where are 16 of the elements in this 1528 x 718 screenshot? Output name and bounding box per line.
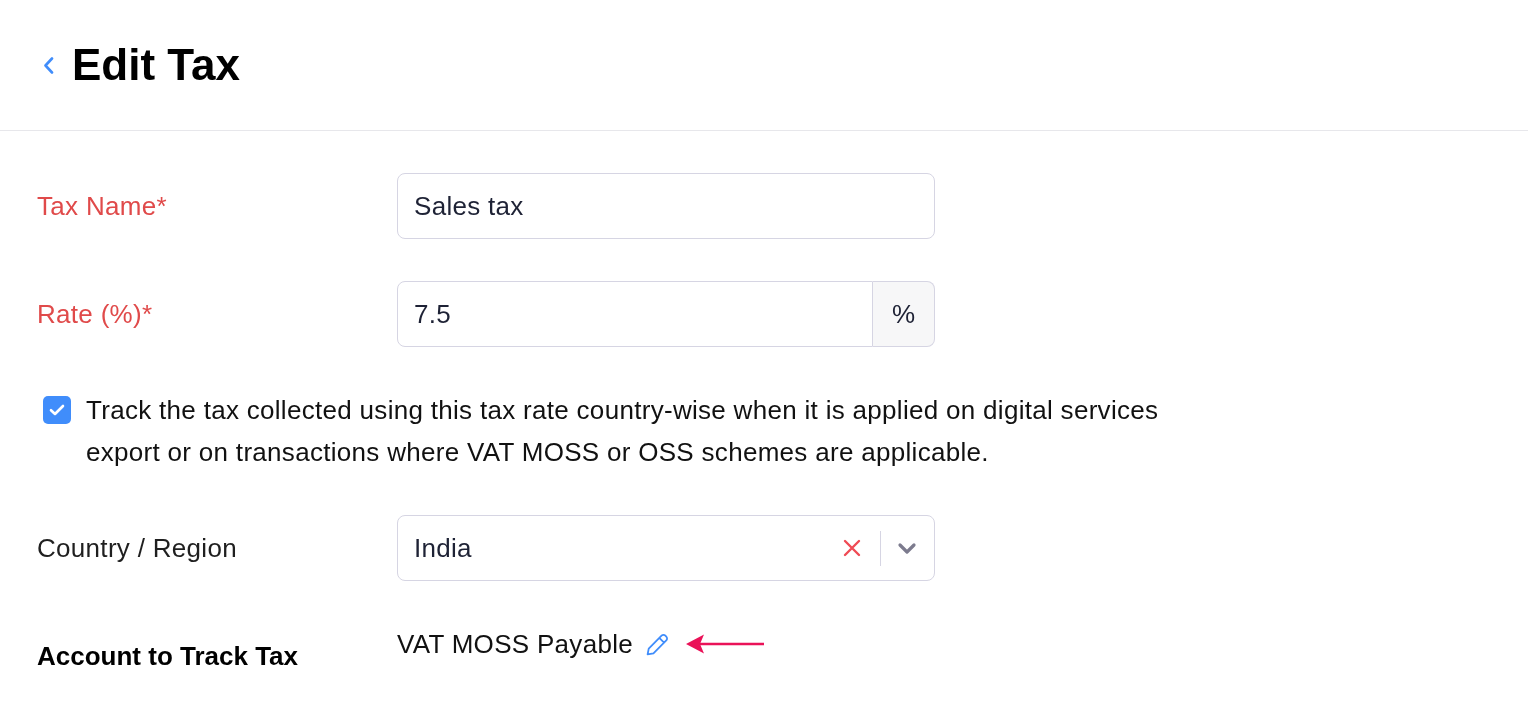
field-label: Account to Track Tax	[37, 640, 299, 673]
text-field[interactable]: 7.5	[397, 281, 873, 347]
checkmark-icon	[49, 404, 65, 416]
clear-icon[interactable]	[842, 539, 861, 557]
account-value: VAT MOSS Payable	[397, 628, 633, 660]
country-select[interactable]: India	[397, 515, 935, 581]
page-title: Edit Tax	[72, 39, 240, 91]
chevron-down-icon[interactable]	[897, 541, 917, 555]
back-icon[interactable]	[43, 56, 54, 74]
checkbox[interactable]	[43, 396, 71, 424]
field-label: Rate (%)*	[37, 298, 153, 331]
field-label: Country / Region	[37, 532, 237, 565]
checkbox-label: Track the tax collected using this tax rate country-wise when it is applied on digital services export or on transactions where VAT MOSS or OSS schemes are applicable.	[86, 394, 1160, 469]
unit-addon: %	[873, 281, 935, 347]
text-field[interactable]: Sales tax	[397, 173, 935, 239]
field-label: Tax Name*	[37, 190, 167, 223]
